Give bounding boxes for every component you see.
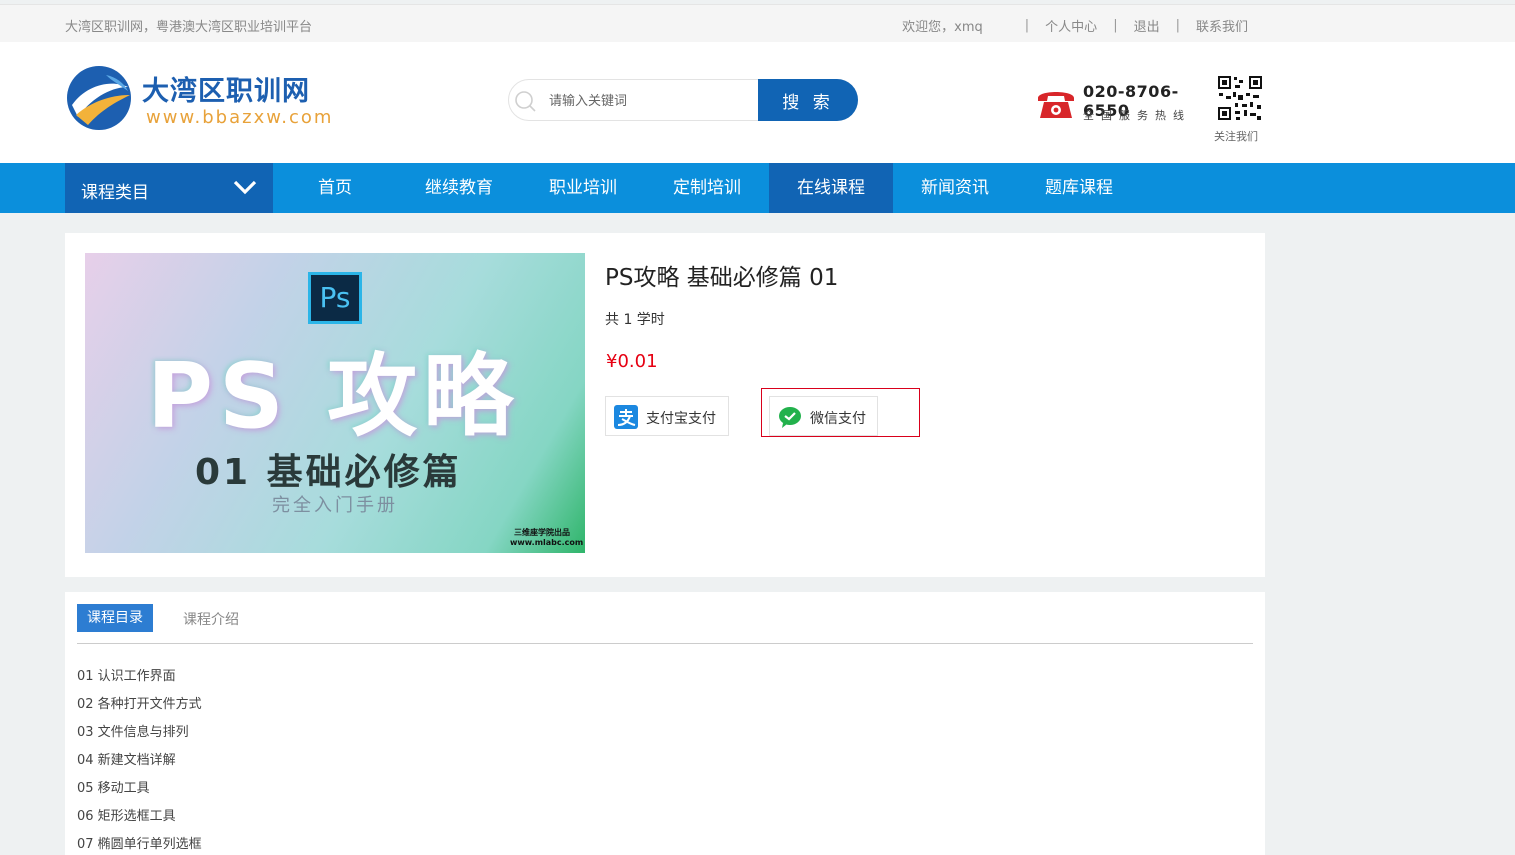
course-price: ¥0.01 — [606, 351, 658, 372]
nav-item-online-courses[interactable]: 在线课程 — [769, 163, 893, 213]
alipay-icon — [614, 405, 638, 429]
nav-item-custom-training[interactable]: 定制培训 — [661, 163, 753, 213]
logo-title: 大湾区职训网 — [142, 76, 310, 107]
nav-item-home[interactable]: 首页 — [300, 163, 370, 213]
search-icon — [515, 91, 536, 112]
nav-item-question-bank[interactable]: 题库课程 — [1033, 163, 1125, 213]
cover-credit: 三维座学院出品 — [514, 528, 570, 537]
cover-subtitle: 01 基础必修篇 — [195, 452, 462, 493]
course-title: PS攻略 基础必修篇 01 — [605, 265, 839, 291]
course-hours: 共 1 学时 — [605, 312, 665, 328]
course-card: Ps PS 攻略 01 基础必修篇 完全入门手册 三维座学院出品 www.mla… — [65, 233, 1265, 577]
cover-subtitle-2: 完全入门手册 — [272, 495, 398, 516]
wechat-pay-button[interactable]: 微信支付 — [769, 396, 878, 436]
separator: | — [1113, 18, 1118, 33]
main-nav: 课程类目 首页 继续教育 职业培训 定制培训 在线课程 新闻资讯 题库课程 — [0, 163, 1515, 213]
tab-catalog[interactable]: 课程目录 — [77, 604, 153, 632]
chevron-down-icon — [233, 180, 257, 195]
lesson-item[interactable]: 05 移动工具 — [77, 780, 202, 808]
category-label: 课程类目 — [81, 183, 149, 203]
search-input[interactable] — [549, 90, 749, 112]
lesson-item[interactable]: 04 新建文档详解 — [77, 752, 202, 780]
wechat-pay-label: 微信支付 — [810, 411, 866, 427]
nav-item-vocational-training[interactable]: 职业培训 — [537, 163, 629, 213]
photoshop-logo-icon: Ps — [308, 272, 362, 324]
welcome-text: 欢迎您，xmq — [902, 20, 983, 35]
site-tagline: 大湾区职训网，粤港澳大湾区职业培训平台 — [65, 20, 313, 35]
logo-url: www.bbazxw.com — [146, 107, 334, 128]
lesson-item[interactable]: 07 椭圆单行单列选框 — [77, 836, 202, 855]
hotline-label: 全国服务热线 — [1083, 109, 1191, 122]
nav-item-continuing-education[interactable]: 继续教育 — [413, 163, 505, 213]
lesson-item[interactable]: 03 文件信息与排列 — [77, 724, 202, 752]
hotline: 020-8706-6550 全国服务热线 — [1036, 82, 1216, 126]
category-menu-button[interactable]: 课程类目 — [65, 163, 273, 213]
tab-divider — [77, 643, 1253, 644]
search-box: 搜 索 — [508, 79, 858, 121]
link-logout[interactable]: 退出 — [1134, 16, 1160, 35]
link-contact[interactable]: 联系我们 — [1196, 16, 1248, 35]
lesson-item[interactable]: 01 认识工作界面 — [77, 668, 202, 696]
header: 大湾区职训网 www.bbazxw.com 搜 索 020-8706-6550 … — [0, 42, 1515, 163]
user-links: 欢迎您，xmq | 个人中心 | 退出 | 联系我们 — [902, 16, 1248, 35]
course-detail-panel: 课程目录 课程介绍 01 认识工作界面 02 各种打开文件方式 03 文件信息与… — [65, 592, 1265, 855]
cover-credit-url: www.mlabc.com — [510, 538, 584, 547]
qr-label: 关注我们 — [1214, 130, 1258, 143]
wechat-pay-icon — [779, 407, 801, 428]
alipay-label: 支付宝支付 — [646, 411, 716, 427]
cover-title: PS 攻略 — [147, 344, 520, 449]
course-cover-image: Ps PS 攻略 01 基础必修篇 完全入门手册 三维座学院出品 www.mla… — [85, 253, 585, 553]
top-bar: 大湾区职训网，粤港澳大湾区职业培训平台 欢迎您，xmq | 个人中心 | 退出 … — [0, 4, 1515, 42]
separator: | — [1175, 18, 1180, 33]
phone-icon — [1038, 92, 1074, 118]
qr-code-icon — [1217, 75, 1263, 121]
link-user-center[interactable]: 个人中心 — [1045, 16, 1097, 35]
logo-globe-icon — [67, 66, 131, 130]
lesson-item[interactable]: 06 矩形选框工具 — [77, 808, 202, 836]
tab-intro[interactable]: 课程介绍 — [183, 609, 239, 629]
site-logo[interactable]: 大湾区职训网 www.bbazxw.com — [66, 65, 336, 135]
search-button[interactable]: 搜 索 — [758, 79, 858, 121]
lesson-item[interactable]: 02 各种打开文件方式 — [77, 696, 202, 724]
lesson-list: 01 认识工作界面 02 各种打开文件方式 03 文件信息与排列 04 新建文档… — [77, 668, 202, 855]
alipay-button[interactable]: 支付宝支付 — [605, 396, 729, 436]
nav-item-news[interactable]: 新闻资讯 — [909, 163, 1001, 213]
separator: | — [1024, 18, 1030, 33]
